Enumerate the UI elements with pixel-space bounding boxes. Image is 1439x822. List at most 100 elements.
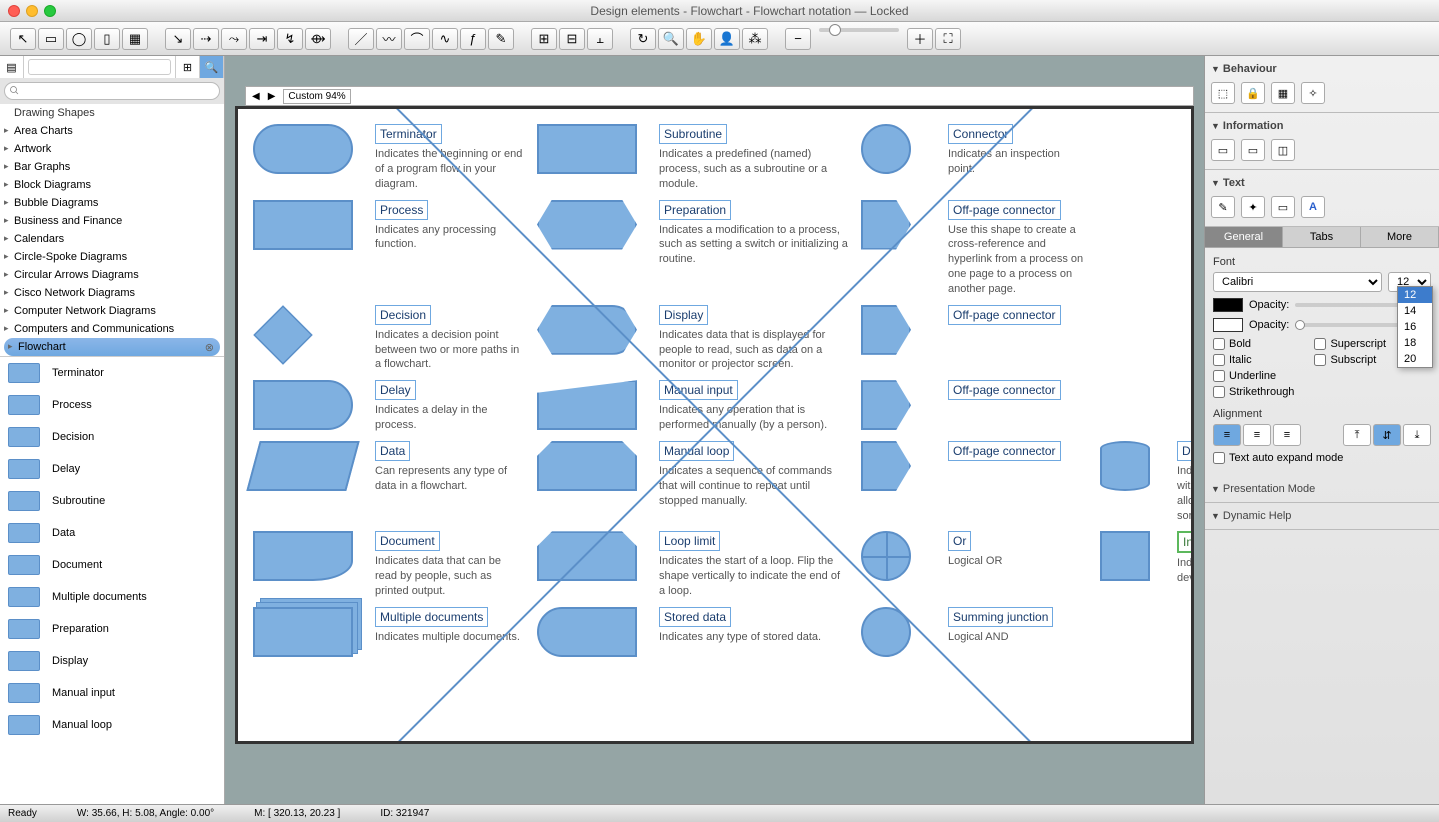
shape-item[interactable]: Data xyxy=(0,517,224,549)
shape-item[interactable]: Document xyxy=(0,549,224,581)
ellipse-tool[interactable]: ◯ xyxy=(66,28,92,50)
free-tool[interactable]: ✎ xyxy=(488,28,514,50)
zoom-fit[interactable]: ⛶ xyxy=(935,28,961,50)
ungroup-tool[interactable]: ⊟ xyxy=(559,28,585,50)
flowchart-shape[interactable] xyxy=(861,380,911,430)
flowchart-shape[interactable] xyxy=(861,200,911,250)
bg-color-swatch[interactable] xyxy=(1213,318,1243,332)
library-filter-box[interactable] xyxy=(24,56,176,78)
conn1-tool[interactable]: ↘ xyxy=(165,28,191,50)
size-option[interactable]: 16 xyxy=(1398,319,1432,335)
information-section[interactable]: Information xyxy=(1211,117,1433,135)
info1-icon[interactable]: ▭ xyxy=(1211,139,1235,161)
flowchart-shape[interactable] xyxy=(253,124,353,174)
conn4-tool[interactable]: ⇥ xyxy=(249,28,275,50)
flowchart-shape[interactable] xyxy=(246,441,359,491)
layer-icon[interactable]: ▦ xyxy=(1271,82,1295,104)
text-section[interactable]: Text xyxy=(1211,174,1433,192)
tree-item[interactable]: Bar Graphs xyxy=(0,158,224,176)
flowchart-shape[interactable] xyxy=(861,124,911,174)
minimize-icon[interactable] xyxy=(26,5,38,17)
behaviour-section[interactable]: Behaviour xyxy=(1211,60,1433,78)
zoom-tool[interactable]: 🔍 xyxy=(658,28,684,50)
strike-check[interactable] xyxy=(1213,386,1225,398)
conn2-tool[interactable]: ⇢ xyxy=(193,28,219,50)
shape-item[interactable]: Subroutine xyxy=(0,485,224,517)
shape-item[interactable]: Manual loop xyxy=(0,709,224,741)
shape-item[interactable]: Display xyxy=(0,645,224,677)
flowchart-shape[interactable] xyxy=(537,305,637,355)
flowchart-shape[interactable] xyxy=(253,200,353,250)
tree-item[interactable]: Cisco Network Diagrams xyxy=(0,284,224,302)
underline-check[interactable] xyxy=(1213,370,1225,382)
info2-icon[interactable]: ▭ xyxy=(1241,139,1265,161)
conn6-tool[interactable]: ⟴ xyxy=(305,28,331,50)
zoom-select[interactable]: Custom 94% xyxy=(283,89,350,104)
flowchart-shape[interactable] xyxy=(537,531,637,581)
dynamic-help[interactable]: Dynamic Help xyxy=(1211,507,1433,525)
shape-item[interactable]: Preparation xyxy=(0,613,224,645)
eyedrop-tool[interactable]: 👤 xyxy=(714,28,740,50)
tab-general[interactable]: General xyxy=(1205,227,1283,247)
flowchart-shape[interactable] xyxy=(1100,531,1150,581)
tree-item[interactable]: Artwork xyxy=(0,140,224,158)
valign-mid[interactable]: ⇵ xyxy=(1373,424,1401,446)
align-center[interactable]: ≡ xyxy=(1243,424,1271,446)
close-icon[interactable] xyxy=(8,5,20,17)
sub-check[interactable] xyxy=(1314,354,1326,366)
size-option[interactable]: 18 xyxy=(1398,335,1432,351)
poly-tool[interactable]: ∿ xyxy=(432,28,458,50)
table-tool[interactable]: ▦ xyxy=(122,28,148,50)
presentation-mode[interactable]: Presentation Mode xyxy=(1211,480,1433,498)
valign-bot[interactable]: ⤓ xyxy=(1403,424,1431,446)
size-option[interactable]: 20 xyxy=(1398,351,1432,367)
shape-item[interactable]: Process xyxy=(0,389,224,421)
flowchart-shape[interactable] xyxy=(861,607,911,657)
shape-item[interactable]: Terminator xyxy=(0,357,224,389)
shape-item[interactable]: Delay xyxy=(0,453,224,485)
maximize-icon[interactable] xyxy=(44,5,56,17)
flowchart-shape[interactable] xyxy=(253,607,353,657)
text-tool[interactable]: ▯ xyxy=(94,28,120,50)
auto-expand-check[interactable] xyxy=(1213,452,1225,464)
group-tool[interactable]: ⊞ xyxy=(531,28,557,50)
font-icon[interactable]: A xyxy=(1301,196,1325,218)
zoom-out[interactable]: − xyxy=(785,28,811,50)
shape-item[interactable]: Multiple documents xyxy=(0,581,224,613)
flowchart-shape[interactable] xyxy=(1100,441,1150,491)
info3-icon[interactable]: ◫ xyxy=(1271,139,1295,161)
conn3-tool[interactable]: ⤳ xyxy=(221,28,247,50)
flowchart-shape[interactable] xyxy=(537,607,637,657)
tab-tabs[interactable]: Tabs xyxy=(1283,227,1361,247)
bounds-icon[interactable]: ⬚ xyxy=(1211,82,1235,104)
tab-more[interactable]: More xyxy=(1361,227,1439,247)
text-color-swatch[interactable] xyxy=(1213,298,1243,312)
flowchart-shape[interactable] xyxy=(861,305,911,355)
search-input[interactable] xyxy=(4,82,220,100)
font-size-dropdown[interactable]: 1214161820 xyxy=(1397,286,1433,368)
size-option[interactable]: 12 xyxy=(1398,287,1432,303)
tree-item[interactable]: Computers and Communications xyxy=(0,320,224,338)
flowchart-shape[interactable] xyxy=(537,200,637,250)
textfx-icon[interactable]: ✦ xyxy=(1241,196,1265,218)
tree-item[interactable]: Business and Finance xyxy=(0,212,224,230)
tree-item[interactable]: Circular Arrows Diagrams xyxy=(0,266,224,284)
flowchart-shape[interactable] xyxy=(861,441,911,491)
valign-top[interactable]: ⤒ xyxy=(1343,424,1371,446)
tree-item[interactable]: Circle-Spoke Diagrams xyxy=(0,248,224,266)
flowchart-shape[interactable] xyxy=(537,441,637,491)
line-tool[interactable]: ／ xyxy=(348,28,374,50)
super-check[interactable] xyxy=(1314,338,1326,350)
tree-item[interactable]: Computer Network Diagrams xyxy=(0,302,224,320)
lock-icon[interactable]: 🔒 xyxy=(1241,82,1265,104)
canvas[interactable]: TerminatorIndicates the beginning or end… xyxy=(235,106,1194,744)
flowchart-shape[interactable] xyxy=(537,380,637,430)
search-tab-icon[interactable]: 🔍 xyxy=(200,56,224,78)
font-select[interactable]: Calibri xyxy=(1213,272,1382,292)
flowchart-shape[interactable] xyxy=(253,305,312,364)
snap-icon[interactable]: ✧ xyxy=(1301,82,1325,104)
tree-item[interactable]: Bubble Diagrams xyxy=(0,194,224,212)
rect-tool[interactable]: ▭ xyxy=(38,28,64,50)
pointer-tool[interactable]: ↖ xyxy=(10,28,36,50)
align-left[interactable]: ≡ xyxy=(1213,424,1241,446)
